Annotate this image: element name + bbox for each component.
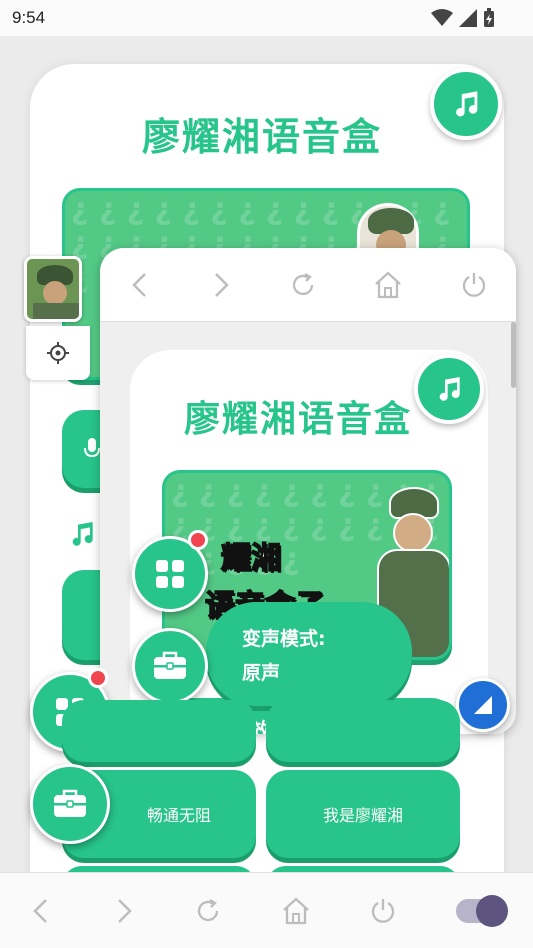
wifi-icon — [431, 9, 453, 26]
inner-app-title: 廖耀湘语音盒 — [184, 399, 413, 440]
banner-title-line1: 耀湘 — [220, 540, 282, 577]
app-title: 廖耀湘语音盒 — [142, 115, 383, 159]
voice-mode-label: 变声模式: — [242, 628, 326, 650]
refresh-icon[interactable] — [289, 271, 317, 299]
bg-button-row[interactable] — [266, 700, 460, 762]
notification-dot — [88, 668, 108, 688]
settings-button[interactable] — [26, 326, 90, 380]
back-icon[interactable] — [128, 271, 152, 299]
power-icon[interactable] — [369, 897, 397, 925]
scrollbar[interactable] — [511, 322, 516, 388]
status-time: 9:54 — [12, 8, 46, 27]
sound-button-1-label: 畅通无阻 — [146, 806, 211, 825]
gear-icon — [47, 342, 69, 364]
forward-icon[interactable] — [209, 271, 233, 299]
toolbox-button[interactable] — [132, 628, 208, 704]
bottom-nav — [0, 872, 533, 948]
status-icons — [431, 8, 495, 28]
sound-button-2-label: 我是廖耀湘 — [322, 806, 403, 825]
browser-toolbar — [100, 248, 516, 322]
voice-mode-value: 原声 — [242, 662, 281, 684]
back-icon[interactable] — [29, 897, 53, 925]
mode-toggle[interactable] — [455, 894, 508, 927]
resize-fab[interactable] — [456, 678, 510, 732]
notification-dot — [188, 530, 208, 550]
music-button[interactable] — [430, 68, 502, 140]
home-icon[interactable] — [281, 896, 311, 926]
music-note-icon — [439, 377, 460, 401]
resize-corner-icon — [474, 696, 492, 714]
sound-button-2[interactable]: 我是廖耀湘 — [266, 770, 460, 858]
inner-music-button[interactable] — [414, 354, 484, 424]
bg-button-row[interactable] — [62, 700, 256, 762]
battery-icon — [484, 8, 494, 27]
status-bar: 9:54 — [0, 0, 533, 36]
music-note-icon — [72, 522, 93, 546]
toggle-knob — [475, 894, 508, 927]
power-icon[interactable] — [460, 271, 488, 299]
toolbox-button-outer[interactable] — [30, 764, 110, 844]
microphone-icon — [84, 438, 100, 458]
signal-icon — [459, 9, 477, 27]
grid-icon — [156, 560, 184, 588]
toolbox-icon — [154, 651, 186, 679]
home-icon[interactable] — [373, 270, 403, 300]
toolbox-icon — [54, 789, 86, 817]
forward-icon[interactable] — [112, 897, 136, 925]
music-note-icon — [456, 91, 478, 117]
float-avatar[interactable] — [24, 256, 82, 322]
voice-mode-bubble: 变声模式: 原声 — [206, 602, 412, 706]
refresh-icon[interactable] — [194, 897, 222, 925]
